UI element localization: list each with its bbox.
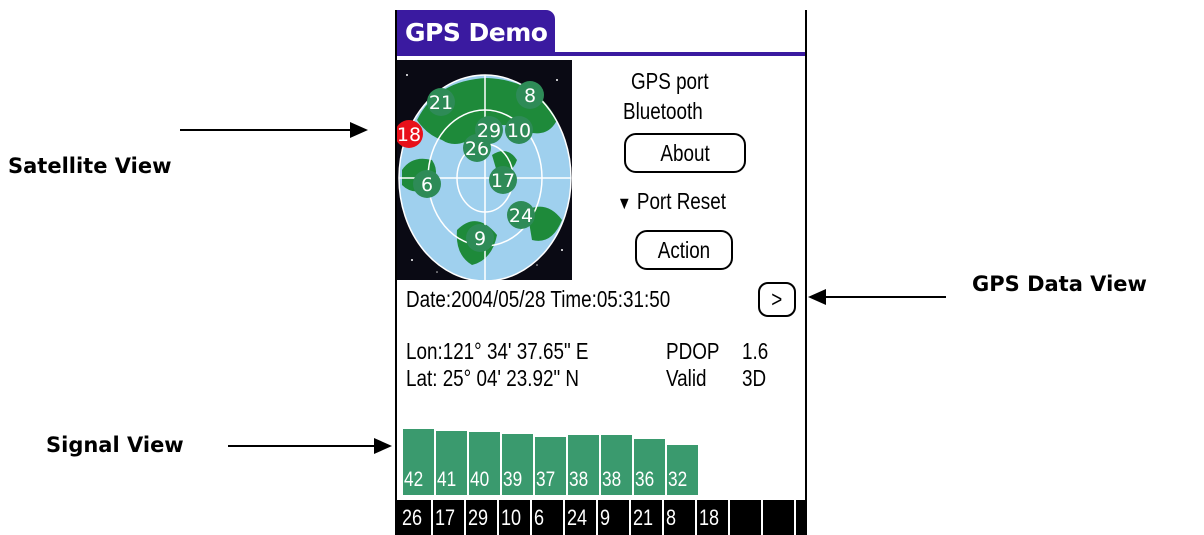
triangle-down-icon: ▼: [617, 193, 632, 213]
satellite-id-cell: 8: [664, 500, 697, 535]
satellite-id-label: 24: [567, 505, 588, 530]
satellite-18[interactable]: 18: [397, 120, 423, 148]
satellite-id-cell: [763, 500, 796, 535]
satellite-id-cell: 29: [466, 500, 499, 535]
satellite-10[interactable]: 10: [505, 116, 533, 144]
signal-bar-value: 41: [437, 468, 457, 491]
port-reset-trigger[interactable]: ▼ Port Reset: [617, 188, 726, 215]
signal-view-label: Signal View: [46, 433, 184, 457]
date-time-readout: Date:2004/05/28 Time:05:31:50: [406, 286, 671, 312]
gps-port-label: GPS port: [631, 68, 709, 94]
signal-view-arrow-head: [374, 438, 392, 454]
satellite-id-cell: 21: [631, 500, 664, 535]
signal-bars: 42 41 40 39 37 38 38 36 32: [402, 428, 805, 496]
satellite-id-cell: [730, 500, 763, 535]
signal-view-arrow-line: [228, 445, 376, 447]
satellite-id-label: 17: [435, 505, 456, 530]
satellite-29[interactable]: 29: [475, 116, 503, 144]
app-title[interactable]: GPS Demo: [397, 10, 556, 55]
gps-data-view-arrow-head: [808, 289, 826, 305]
signal-bar: 36: [633, 438, 666, 496]
signal-bar: 32: [666, 444, 699, 496]
satellite-8[interactable]: 8: [516, 81, 544, 109]
satellite-id-label: 21: [633, 505, 654, 530]
satellite-9[interactable]: 9: [466, 224, 494, 252]
signal-bar: 37: [534, 436, 567, 496]
latitude-readout: Lat: 25° 04' 23.92" N: [406, 365, 580, 391]
signal-bar-value: 36: [635, 468, 655, 491]
satellite-id-label: 9: [600, 505, 611, 530]
satellite-17[interactable]: 17: [489, 166, 517, 194]
gps-data-view-arrow-line: [826, 296, 946, 298]
signal-bar-value: 39: [503, 468, 523, 491]
satellite-id-label: 10: [501, 505, 522, 530]
sky-view-graphic: 21 8 18 26 29 10 6 17 24 9: [397, 74, 572, 280]
satellite-id-label: 18: [699, 505, 720, 530]
satellite-id-cell: 17: [433, 500, 466, 535]
gps-demo-screen: GPS Demo 21 8 18 26 29 10 6 17 24 9 GPS …: [395, 10, 807, 535]
satellite-view-label: Satellite View: [8, 154, 172, 178]
signal-bar-value: 40: [470, 468, 490, 491]
svg-text:17: 17: [491, 170, 515, 192]
signal-bar-value: 37: [536, 468, 556, 491]
satellite-id-cell: 10: [499, 500, 532, 535]
signal-bar-value: 38: [569, 468, 589, 491]
signal-bar: 41: [435, 430, 468, 496]
signal-bar-value: 38: [602, 468, 622, 491]
signal-bar-value: 32: [668, 468, 688, 491]
port-reset-label: Port Reset: [636, 188, 726, 214]
signal-bar: 39: [501, 433, 534, 496]
satellite-id-cell: 26: [400, 500, 433, 535]
signal-bar: 38: [600, 434, 633, 496]
satellite-id-label: 6: [534, 505, 545, 530]
gps-port-value: Bluetooth: [623, 98, 703, 124]
satellite-id-cell: 18: [697, 500, 730, 535]
svg-text:9: 9: [474, 228, 486, 250]
satellite-sky-view: 21 8 18 26 29 10 6 17 24 9: [397, 60, 572, 280]
satellite-view-arrow-head: [350, 122, 368, 138]
satellite-id-row: 26 17 29 10 6 24 9 21 8 18: [397, 500, 805, 535]
svg-text:21: 21: [429, 92, 453, 114]
satellite-6[interactable]: 6: [413, 170, 441, 198]
svg-text:18: 18: [397, 124, 421, 146]
signal-bar: 38: [567, 434, 600, 496]
action-button[interactable]: Action: [635, 230, 733, 270]
svg-text:29: 29: [477, 120, 501, 142]
satellite-view-arrow-line: [180, 129, 352, 131]
signal-bar: 42: [402, 428, 435, 496]
about-button[interactable]: About: [624, 133, 746, 173]
valid-label: Valid: [666, 365, 707, 391]
next-view-button[interactable]: >: [758, 282, 796, 317]
pdop-value: 1.6: [742, 338, 769, 364]
svg-text:8: 8: [524, 85, 536, 107]
svg-text:10: 10: [507, 120, 531, 142]
pdop-label: PDOP: [666, 338, 720, 364]
satellite-id-cell: 6: [532, 500, 565, 535]
satellite-id-cell: 24: [565, 500, 598, 535]
signal-bar: 40: [468, 431, 501, 496]
satellite-id-label: 8: [666, 505, 677, 530]
satellite-id-cell: 9: [598, 500, 631, 535]
signal-view: 42 41 40 39 37 38 38 36 32 26 17 29 10 6 24 9 21 8 18: [397, 428, 805, 535]
valid-value: 3D: [742, 365, 767, 391]
svg-text:6: 6: [421, 174, 433, 196]
svg-text:24: 24: [509, 205, 533, 227]
signal-bar-value: 42: [404, 468, 424, 491]
satellite-24[interactable]: 24: [507, 201, 535, 229]
gps-data-view-label: GPS Data View: [972, 272, 1147, 296]
satellite-21[interactable]: 21: [427, 88, 455, 116]
satellite-id-label: 29: [468, 505, 489, 530]
satellite-id-label: 26: [402, 505, 423, 530]
longitude-readout: Lon:121° 34' 37.65" E: [406, 338, 589, 364]
